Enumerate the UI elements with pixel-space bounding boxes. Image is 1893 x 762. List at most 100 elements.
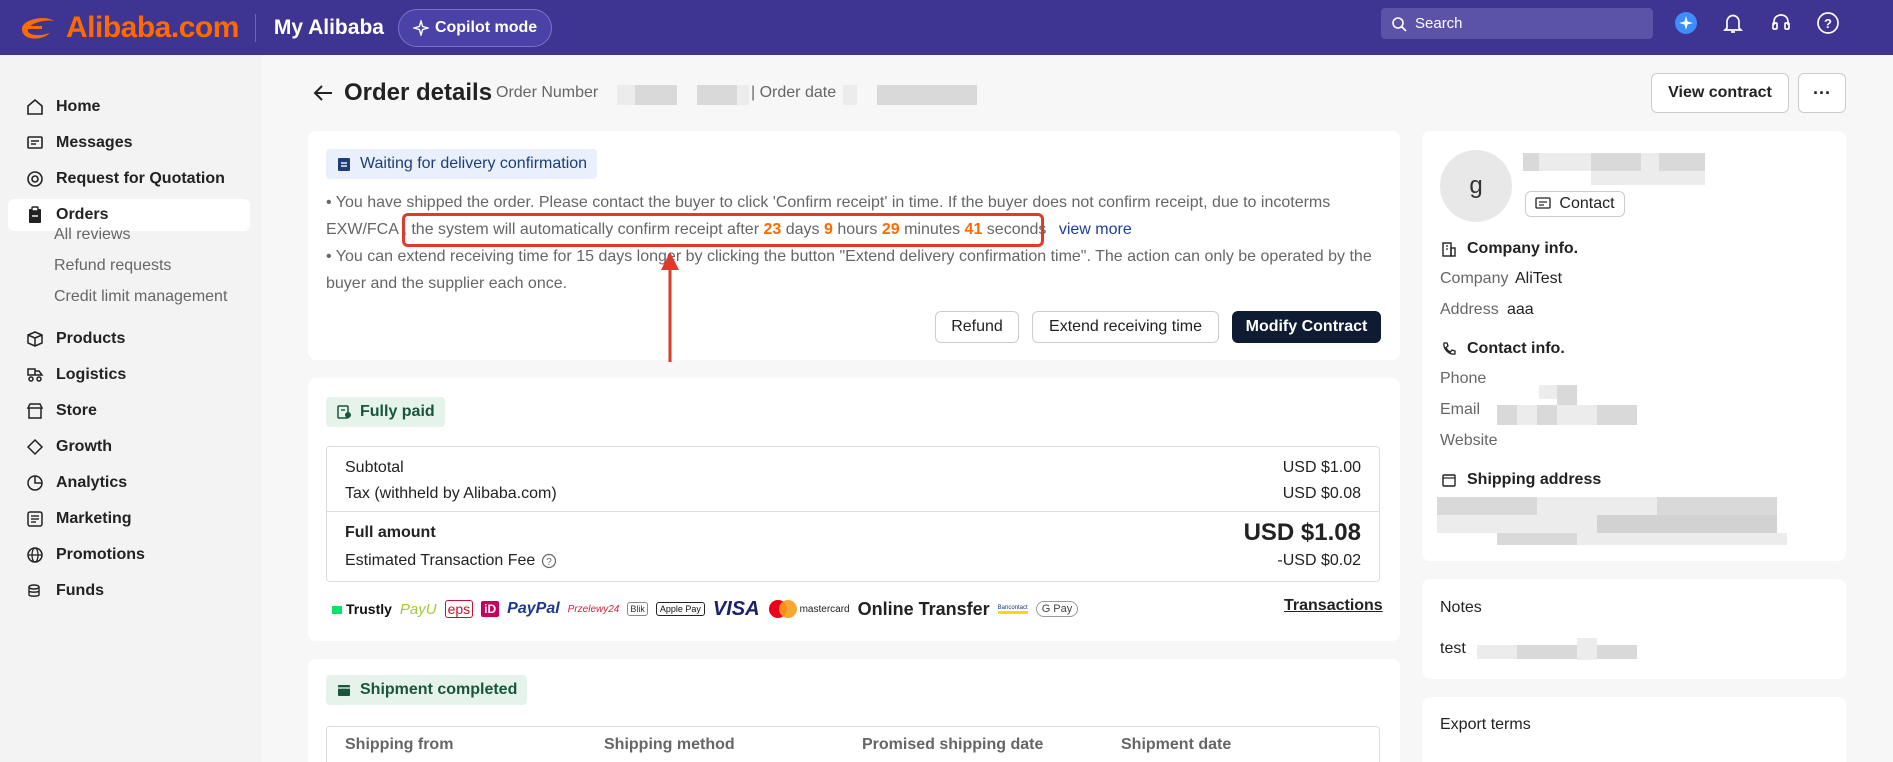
sidebar-subitem-credit-limit[interactable]: Credit limit management bbox=[54, 288, 227, 306]
notes-title: Notes bbox=[1440, 599, 1482, 616]
full-amount-row: Full amount USD $1.08 bbox=[345, 519, 1361, 547]
more-options-button[interactable]: ··· bbox=[1798, 73, 1846, 113]
globe-icon bbox=[27, 547, 43, 563]
order-date-label: | Order date bbox=[751, 84, 837, 101]
fully-paid-text: Fully paid bbox=[360, 403, 435, 420]
transaction-fee-row: Estimated Transaction Fee ? -USD $0.02 bbox=[345, 552, 1361, 570]
extend-receiving-time-button[interactable]: Extend receiving time bbox=[1032, 311, 1219, 343]
shipment-completed-text: Shipment completed bbox=[360, 681, 518, 698]
order-number-redacted bbox=[617, 85, 635, 105]
brand-logo[interactable]: Alibaba.com bbox=[16, 11, 239, 45]
copilot-label: Copilot mode bbox=[434, 18, 538, 36]
google-pay-logo: G Pay bbox=[1035, 601, 1079, 617]
transaction-fee-label-wrap: Estimated Transaction Fee ? bbox=[345, 552, 557, 570]
paypal-logo: PayPal bbox=[507, 600, 560, 617]
bancontact-logo: Bancontact bbox=[997, 605, 1028, 614]
subtotal-value: USD $1.00 bbox=[1282, 459, 1361, 476]
tax-label: Tax (withheld by Alibaba.com) bbox=[345, 485, 557, 502]
summary-divider bbox=[327, 511, 1379, 512]
buyer-name-redacted bbox=[1539, 153, 1591, 171]
shipping-address-redacted bbox=[1437, 497, 1537, 515]
sidebar-subitem-refund-requests[interactable]: Refund requests bbox=[54, 257, 171, 275]
shipment-completed-badge: Shipment completed bbox=[326, 675, 528, 705]
growth-icon bbox=[26, 438, 44, 456]
sidebar-item-label: Orders bbox=[56, 206, 109, 223]
sidebar-item-label: Store bbox=[56, 402, 97, 419]
visa-logo: VISA bbox=[712, 597, 760, 620]
shipping-address-redacted bbox=[1537, 497, 1657, 515]
view-contract-button[interactable]: View contract bbox=[1651, 73, 1789, 113]
copilot-mode-button[interactable]: Copilot mode bbox=[397, 8, 553, 47]
trustly-logo: Trustly bbox=[330, 601, 392, 617]
sidebar-item-analytics[interactable]: Analytics bbox=[8, 467, 250, 499]
sidebar-item-funds[interactable]: Funds bbox=[8, 575, 250, 607]
phone-icon bbox=[1443, 342, 1456, 355]
refund-button[interactable]: Refund bbox=[935, 311, 1019, 343]
online-transfer-label: Online Transfer bbox=[857, 598, 990, 619]
col-promised-shipping-date: Promised shipping date bbox=[862, 736, 1044, 753]
sidebar-subitem-all-reviews[interactable]: All reviews bbox=[54, 226, 130, 244]
email-redacted bbox=[1497, 405, 1517, 425]
email-redacted bbox=[1537, 405, 1557, 425]
col-shipping-from: Shipping from bbox=[345, 736, 454, 753]
transactions-link[interactable]: Transactions bbox=[1284, 597, 1383, 615]
sidebar-item-label: Messages bbox=[56, 134, 133, 151]
email-redacted bbox=[1557, 405, 1597, 425]
svg-text:?: ? bbox=[547, 557, 553, 568]
contact-button[interactable]: Contact bbox=[1525, 191, 1625, 217]
view-more-link[interactable]: view more bbox=[1059, 221, 1132, 238]
coins-icon bbox=[28, 584, 40, 597]
company-label: Company bbox=[1440, 270, 1509, 287]
search-input[interactable]: Search bbox=[1381, 8, 1653, 39]
subtotal-row: Subtotal USD $1.00 bbox=[345, 459, 1361, 477]
help-icon[interactable]: ? bbox=[1815, 10, 1841, 36]
sidebar-item-store[interactable]: Store bbox=[8, 395, 250, 427]
sidebar-item-label: Products bbox=[56, 330, 126, 347]
website-label: Website bbox=[1440, 432, 1498, 449]
sidebar-item-label: Analytics bbox=[56, 474, 128, 491]
sidebar-item-products[interactable]: Products bbox=[8, 323, 250, 355]
trustly-icon bbox=[332, 606, 342, 614]
bell-icon[interactable] bbox=[1720, 10, 1746, 36]
sidebar-item-marketing[interactable]: Marketing bbox=[8, 503, 250, 535]
przelewy-logo: Przelewy24 bbox=[567, 603, 620, 615]
sparkle-icon bbox=[412, 19, 429, 36]
sidebar-item-messages[interactable]: Messages bbox=[8, 127, 250, 159]
email-redacted bbox=[1597, 405, 1637, 425]
back-arrow-icon[interactable] bbox=[312, 83, 334, 108]
tax-value: USD $0.08 bbox=[1282, 485, 1361, 502]
ai-assistant-icon[interactable] bbox=[1673, 10, 1699, 36]
sidebar-item-logistics[interactable]: Logistics bbox=[8, 359, 250, 391]
buyer-name-redacted bbox=[1523, 153, 1539, 171]
buyer-name-redacted bbox=[1641, 153, 1659, 171]
status-note-1-line-a: • You have shipped the order. Please con… bbox=[326, 194, 1331, 211]
order-number-redacted bbox=[697, 85, 737, 105]
sidebar-item-home[interactable]: Home bbox=[8, 91, 250, 123]
alibaba-logo-icon bbox=[22, 17, 54, 39]
sidebar-item-promotions[interactable]: Promotions bbox=[8, 539, 250, 571]
phone-redacted bbox=[1539, 385, 1557, 399]
sidebar-item-rfq[interactable]: Request for Quotation bbox=[8, 163, 250, 195]
fully-paid-badge: Fully paid bbox=[326, 397, 445, 427]
phone-label: Phone bbox=[1440, 370, 1487, 387]
message-icon bbox=[27, 136, 43, 149]
help-circle-icon[interactable]: ? bbox=[541, 553, 557, 569]
modify-contract-button[interactable]: Modify Contract bbox=[1232, 311, 1381, 343]
contact-info-heading: Contact info. bbox=[1441, 340, 1565, 358]
phone-redacted bbox=[1557, 385, 1577, 405]
truck-icon bbox=[27, 368, 44, 382]
payu-logo: PayU bbox=[399, 600, 437, 618]
shipping-address-redacted bbox=[1497, 533, 1577, 545]
sidebar-item-growth[interactable]: Growth bbox=[8, 431, 250, 463]
order-number-label: Order Number bbox=[496, 84, 599, 101]
section-title[interactable]: My Alibaba bbox=[274, 16, 384, 40]
company-value: AliTest bbox=[1515, 270, 1563, 287]
notes-card bbox=[1422, 579, 1846, 679]
support-icon[interactable] bbox=[1768, 10, 1794, 36]
status-note-2-line-b: buyer and the supplier each once. bbox=[326, 275, 568, 292]
address-label: Address bbox=[1440, 301, 1499, 318]
notes-redacted bbox=[1597, 645, 1637, 659]
top-bar: Alibaba.com My Alibaba Copilot mode Sear… bbox=[0, 0, 1893, 55]
sidebar-item-label: Home bbox=[56, 98, 101, 115]
notes-redacted bbox=[1517, 645, 1577, 659]
